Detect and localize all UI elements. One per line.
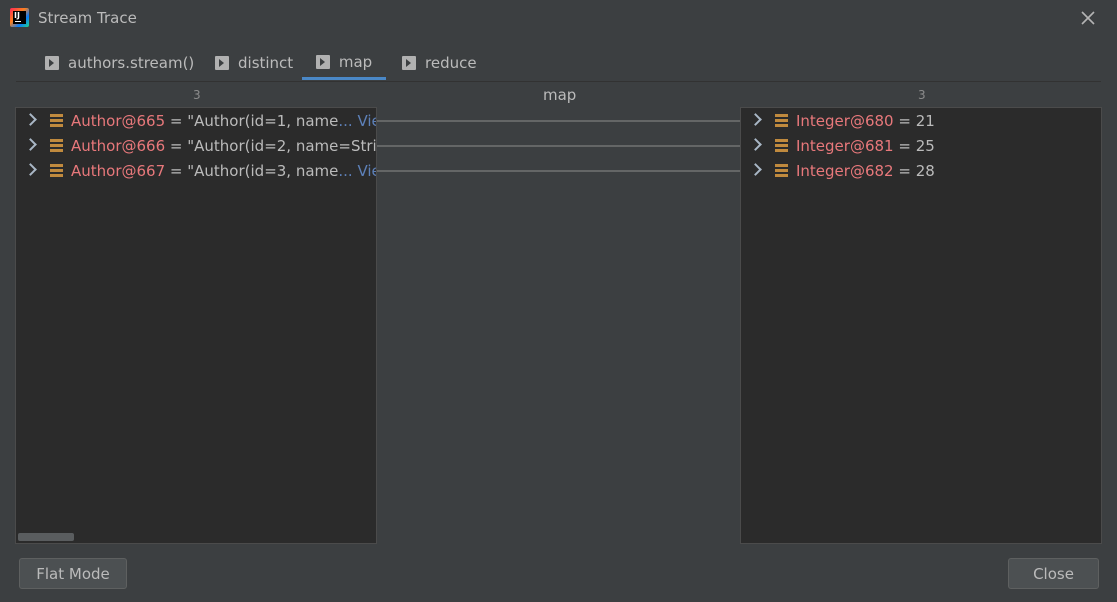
flat-mode-button[interactable]: Flat Mode — [19, 558, 127, 589]
mapping-lines — [377, 120, 740, 172]
close-button[interactable]: Close — [1008, 558, 1099, 589]
